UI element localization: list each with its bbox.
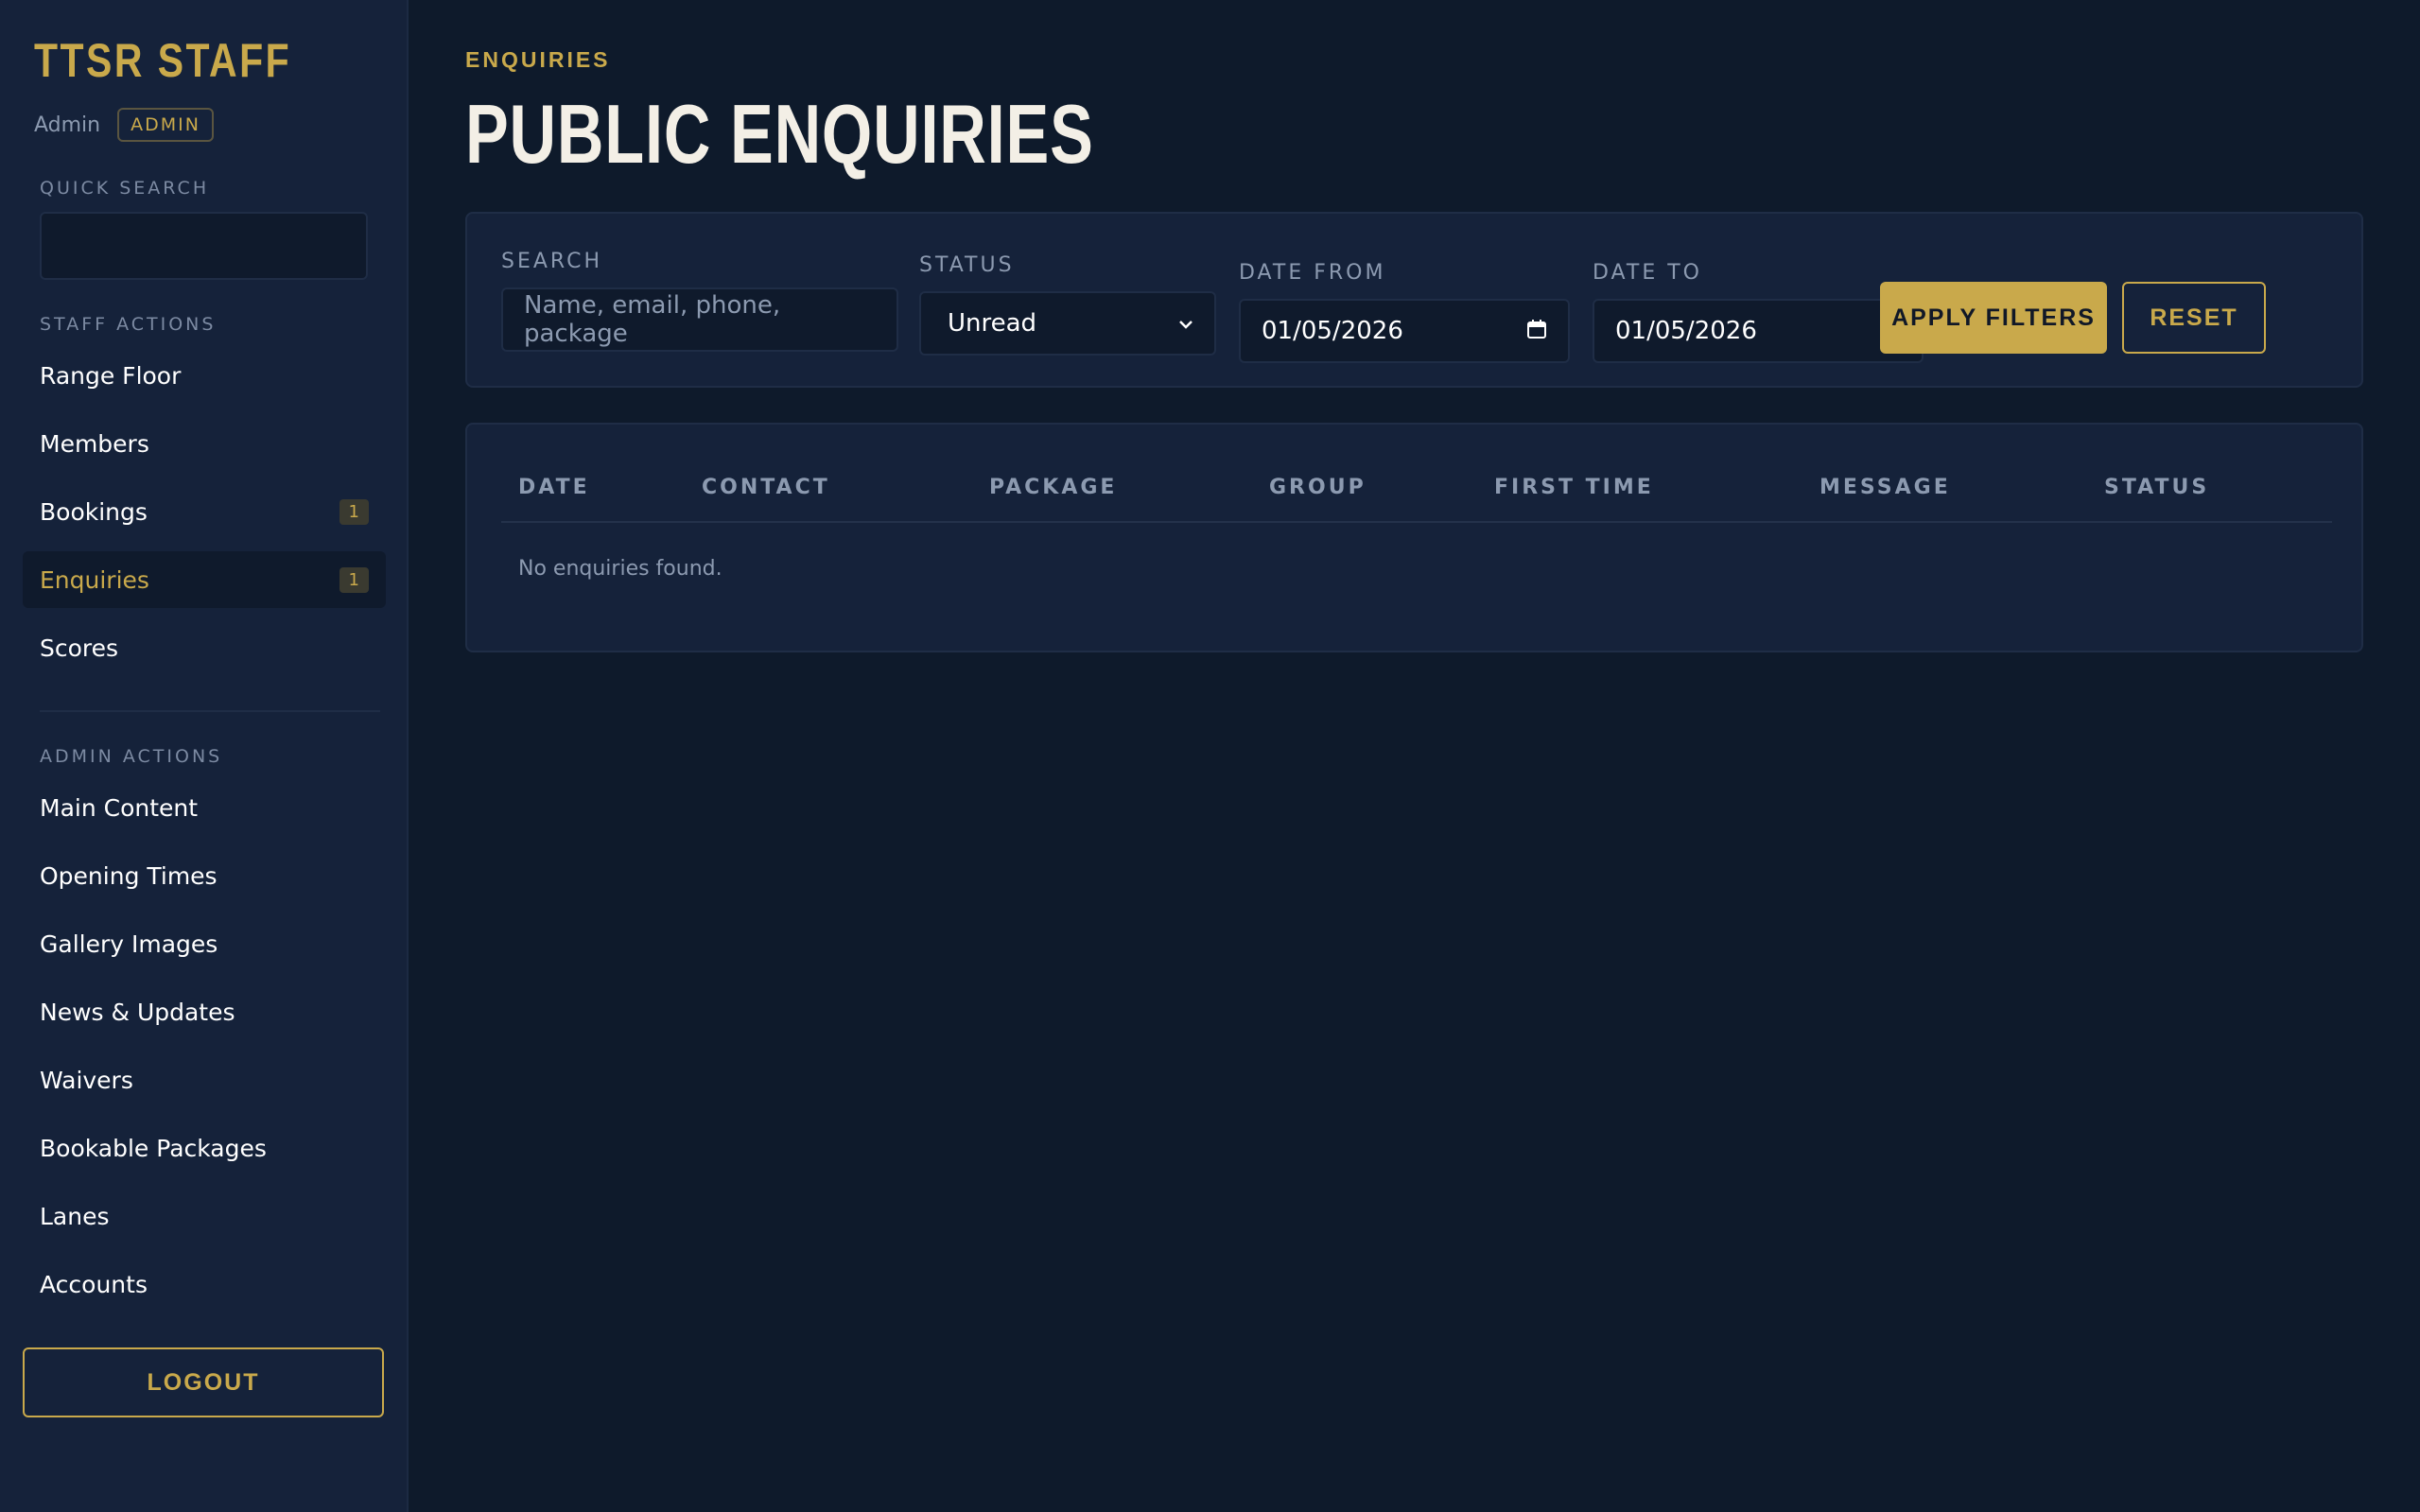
column-header-contact[interactable]: CONTACT <box>702 476 830 499</box>
enquiries-count-badge: 1 <box>339 566 369 593</box>
date-to-value: 01/05/2026 <box>1615 317 1757 345</box>
table-header: DATE CONTACT PACKAGE GROUP FIRST TIME ME… <box>501 425 2332 523</box>
main-content: ENQUIRIES PUBLIC ENQUIRIES SEARCH Name, … <box>409 0 2420 1512</box>
sidebar-item-label: Range Floor <box>40 361 182 390</box>
search-placeholder: Name, email, phone, package <box>524 291 781 348</box>
sidebar-item-bookable-packages[interactable]: Bookable Packages <box>23 1120 386 1176</box>
sidebar-item-label: Members <box>40 429 149 458</box>
sidebar-item-label: Lanes <box>40 1202 110 1230</box>
sidebar-item-members[interactable]: Members <box>23 415 386 472</box>
page-eyebrow: ENQUIRIES <box>465 47 611 72</box>
sidebar-item-label: Waivers <box>40 1066 133 1094</box>
column-header-first-time[interactable]: FIRST TIME <box>1494 476 1654 499</box>
column-header-status[interactable]: STATUS <box>2104 476 2209 499</box>
role-badge: ADMIN <box>117 108 214 142</box>
user-name: Admin <box>34 113 101 137</box>
sidebar-item-label: Bookable Packages <box>40 1134 267 1162</box>
calendar-icon[interactable] <box>1526 319 1547 344</box>
sidebar-item-accounts[interactable]: Accounts <box>23 1256 386 1312</box>
search-label: SEARCH <box>501 250 603 273</box>
filter-panel: SEARCH Name, email, phone, package STATU… <box>465 212 2363 388</box>
reset-button[interactable]: RESET <box>2122 282 2266 354</box>
user-info: Admin ADMIN <box>34 108 214 142</box>
date-from-input[interactable]: 01/05/2026 <box>1239 299 1570 363</box>
page-title: PUBLIC ENQUIRIES <box>465 87 1094 181</box>
sidebar-item-label: Accounts <box>40 1270 148 1298</box>
sidebar-divider <box>40 710 380 712</box>
sidebar-item-bookings[interactable]: Bookings 1 <box>23 483 386 540</box>
date-from-label: DATE FROM <box>1239 261 1386 285</box>
staff-actions-label: STAFF ACTIONS <box>40 314 217 335</box>
search-input[interactable]: Name, email, phone, package <box>501 287 898 352</box>
admin-nav: Main Content Opening Times Gallery Image… <box>23 779 386 1324</box>
sidebar-item-waivers[interactable]: Waivers <box>23 1051 386 1108</box>
enquiries-table: DATE CONTACT PACKAGE GROUP FIRST TIME ME… <box>465 423 2363 652</box>
sidebar-item-lanes[interactable]: Lanes <box>23 1188 386 1244</box>
sidebar: TTSR STAFF Admin ADMIN QUICK SEARCH STAF… <box>0 0 409 1512</box>
sidebar-item-range-floor[interactable]: Range Floor <box>23 347 386 404</box>
sidebar-item-scores[interactable]: Scores <box>23 619 386 676</box>
sidebar-item-label: Opening Times <box>40 861 218 890</box>
sidebar-item-opening-times[interactable]: Opening Times <box>23 847 386 904</box>
date-from-value: 01/05/2026 <box>1262 317 1403 345</box>
staff-nav: Range Floor Members Bookings 1 Enquiries… <box>23 347 386 687</box>
quick-search-label: QUICK SEARCH <box>40 178 210 199</box>
sidebar-item-label: News & Updates <box>40 998 235 1026</box>
status-value: Unread <box>948 309 1037 338</box>
sidebar-item-enquiries[interactable]: Enquiries 1 <box>23 551 386 608</box>
date-to-input[interactable]: 01/05/2026 <box>1593 299 1924 363</box>
date-to-label: DATE TO <box>1593 261 1702 285</box>
logout-button[interactable]: LOGOUT <box>23 1347 384 1417</box>
sidebar-item-main-content[interactable]: Main Content <box>23 779 386 836</box>
empty-state-message: No enquiries found. <box>518 557 723 581</box>
sidebar-item-gallery-images[interactable]: Gallery Images <box>23 915 386 972</box>
bookings-count-badge: 1 <box>339 498 369 525</box>
column-header-group[interactable]: GROUP <box>1269 476 1367 499</box>
sidebar-item-label: Bookings <box>40 497 148 526</box>
column-header-date[interactable]: DATE <box>518 476 590 499</box>
brand-logo[interactable]: TTSR STAFF <box>34 32 291 89</box>
column-header-package[interactable]: PACKAGE <box>989 476 1117 499</box>
quick-search-input[interactable] <box>40 212 368 280</box>
admin-actions-label: ADMIN ACTIONS <box>40 746 223 767</box>
status-label: STATUS <box>919 253 1015 277</box>
sidebar-item-news-updates[interactable]: News & Updates <box>23 983 386 1040</box>
sidebar-item-label: Enquiries <box>40 565 149 594</box>
column-header-message[interactable]: MESSAGE <box>1819 476 1951 499</box>
status-select[interactable]: Unread <box>919 291 1216 356</box>
apply-filters-button[interactable]: APPLY FILTERS <box>1880 282 2107 354</box>
chevron-down-icon <box>1178 312 1193 335</box>
sidebar-item-label: Main Content <box>40 793 199 822</box>
app-root: TTSR STAFF Admin ADMIN QUICK SEARCH STAF… <box>0 0 2420 1512</box>
sidebar-item-label: Gallery Images <box>40 930 218 958</box>
sidebar-item-label: Scores <box>40 634 119 662</box>
